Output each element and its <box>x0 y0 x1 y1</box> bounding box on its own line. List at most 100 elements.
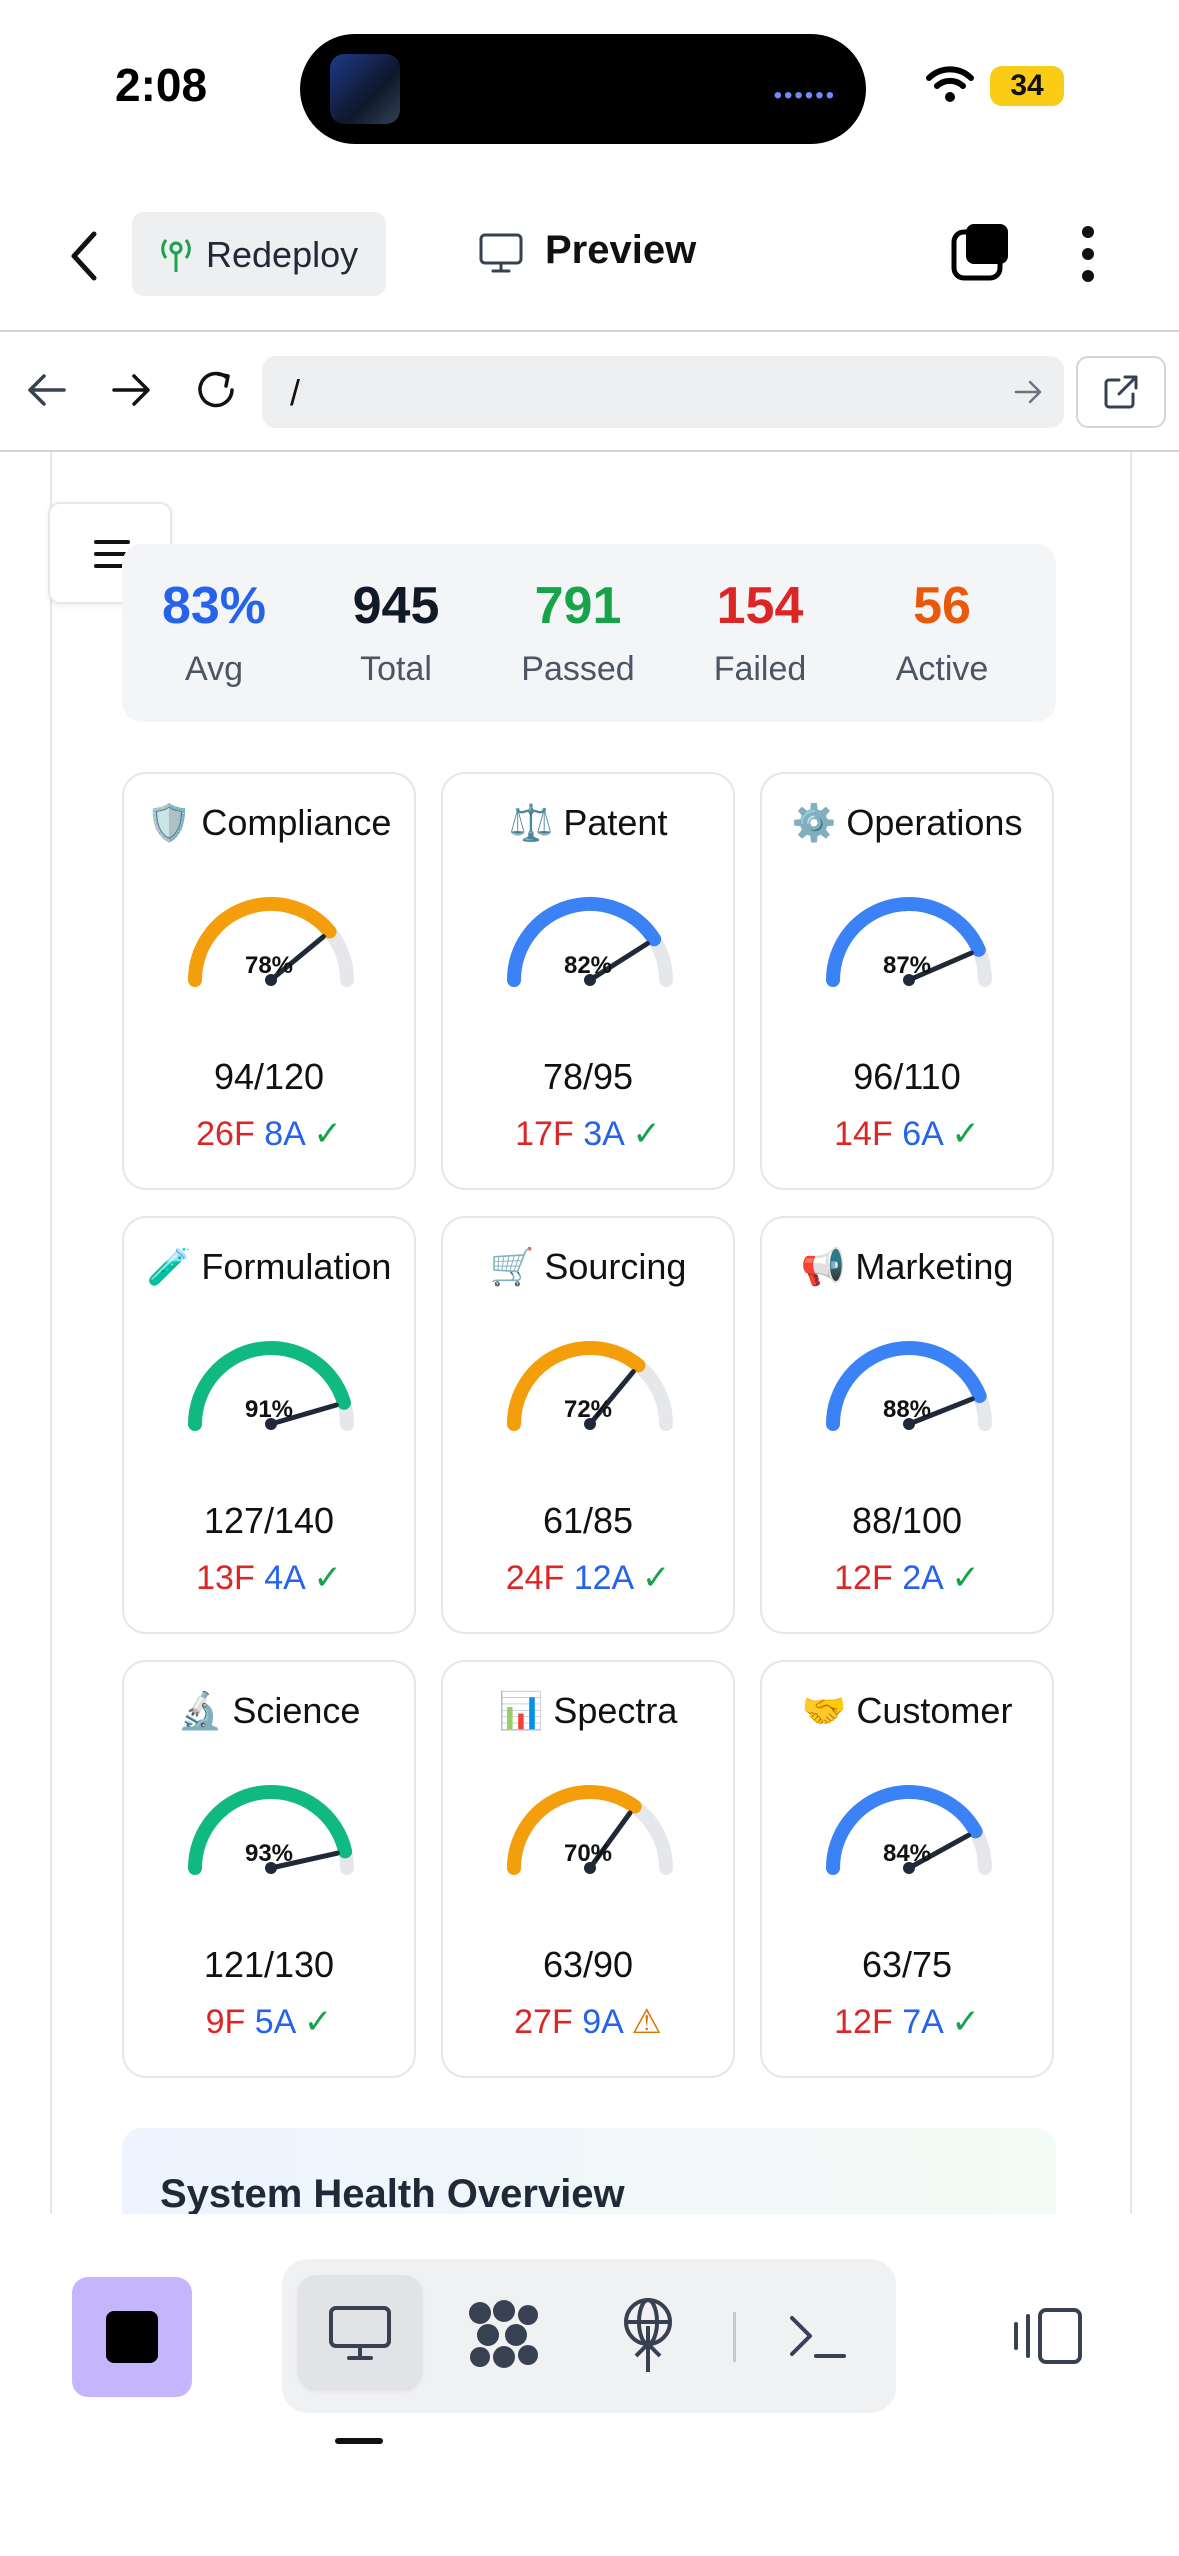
arrow-left-icon[interactable] <box>24 370 68 410</box>
card-title: 🤝 Customer <box>762 1690 1052 1732</box>
warning-icon: ⚠ <box>631 2003 662 2041</box>
card-status: 12F 2A ✓ <box>762 1558 1052 1598</box>
monitor-icon[interactable] <box>327 2304 393 2362</box>
selected-indicator <box>335 2438 383 2444</box>
department-card[interactable]: ⚙️ Operations 87% 96/110 14F 6A ✓ <box>760 772 1054 1190</box>
active-count: 5A <box>254 2003 295 2041</box>
card-name: Science <box>232 1690 361 1731</box>
active-count: 9A <box>582 2003 622 2041</box>
card-title: 🔬 Science <box>124 1690 414 1732</box>
tabs-switch-icon[interactable] <box>950 220 1014 284</box>
antenna-icon[interactable] <box>615 2296 681 2374</box>
more-vertical-icon[interactable] <box>1080 224 1096 284</box>
card-name: Compliance <box>201 802 392 843</box>
department-card[interactable]: 🔬 Science 93% 121/130 9F 5A ✓ <box>122 1660 416 2078</box>
stat-label: Active <box>895 650 989 688</box>
card-title: ⚙️ Operations <box>762 802 1052 844</box>
stat-value: 945 <box>352 577 440 635</box>
monitor-icon[interactable] <box>478 232 524 274</box>
failed-count: 12F <box>834 2003 893 2041</box>
pass-count: 61/85 <box>542 1500 634 1541</box>
card-status: 14F 6A ✓ <box>762 1114 1052 1154</box>
battery-indicator: 34 <box>990 66 1064 106</box>
department-card[interactable]: 📊 Spectra 70% 63/90 27F 9A ⚠ <box>441 1660 735 2078</box>
preview-tab[interactable]: Preview <box>545 228 696 273</box>
pass-count: 94/120 <box>213 1056 325 1097</box>
dynamic-island: •••••• <box>300 34 866 144</box>
terminal-icon[interactable] <box>786 2310 850 2362</box>
failed-count: 24F <box>505 1559 565 1597</box>
stat-passed: 791 Passed <box>488 576 668 689</box>
failed-count: 12F <box>834 1559 893 1597</box>
stat-avg: 83% Avg <box>124 576 304 689</box>
sidebar-toggle-icon[interactable] <box>1010 2306 1084 2366</box>
system-health-title: System Health Overview <box>160 2172 625 2214</box>
department-card[interactable]: 📢 Marketing 88% 88/100 12F 2A ✓ <box>760 1216 1054 1634</box>
card-name: Formulation <box>201 1246 392 1287</box>
redeploy-button[interactable]: Redeploy <box>132 212 386 296</box>
card-status: 17F 3A ✓ <box>443 1114 733 1154</box>
redeploy-label: Redeploy <box>206 234 359 275</box>
test-tube-icon: 🧪 <box>146 1246 192 1287</box>
megaphone-icon: 📢 <box>800 1246 846 1287</box>
failed-count: 17F <box>515 1115 574 1153</box>
cluster-icon[interactable] <box>466 2299 542 2369</box>
card-title: 🧪 Formulation <box>124 1246 414 1288</box>
card-name: Sourcing <box>544 1246 687 1287</box>
back-chevron-icon[interactable] <box>64 226 104 286</box>
card-name: Operations <box>846 802 1023 843</box>
pass-count: 88/100 <box>851 1500 963 1541</box>
open-external-button[interactable] <box>1076 356 1166 428</box>
stop-button[interactable] <box>72 2277 192 2397</box>
active-count: 3A <box>583 1115 623 1153</box>
department-card[interactable]: 🧪 Formulation 91% 127/140 13F 4A ✓ <box>122 1216 416 1634</box>
card-title: 📢 Marketing <box>762 1246 1052 1288</box>
summary-stats: 83% Avg 945 Total 791 Passed 154 Failed … <box>122 544 1056 722</box>
shield-icon: 🛡️ <box>146 802 192 843</box>
card-title: 🛡️ Compliance <box>124 802 414 844</box>
card-status: 27F 9A ⚠ <box>443 2002 733 2042</box>
gauge-percent: 93% <box>244 1840 294 1867</box>
stat-value: 83% <box>161 577 267 635</box>
go-arrow-icon[interactable] <box>1014 378 1044 406</box>
webview-content[interactable]: Performance 83% Avg 945 Total 791 Passed… <box>0 452 1179 2214</box>
active-count: 2A <box>902 1559 942 1597</box>
stop-icon <box>106 2311 158 2363</box>
department-card[interactable]: ⚖️ Patent 82% 78/95 17F 3A ✓ <box>441 772 735 1190</box>
card-title: 📊 Spectra <box>443 1690 733 1732</box>
scales-icon: ⚖️ <box>508 802 554 843</box>
audio-waveform-icon: •••••• <box>773 82 836 109</box>
department-card[interactable]: 🛡️ Compliance 78% 94/120 26F 8A ✓ <box>122 772 416 1190</box>
cart-icon: 🛒 <box>489 1246 535 1287</box>
arrow-right-icon[interactable] <box>110 370 154 410</box>
gauge-percent: 87% <box>882 952 932 979</box>
failed-count: 9F <box>205 2003 246 2041</box>
reload-icon[interactable] <box>192 366 240 414</box>
department-card[interactable]: 🛒 Sourcing 72% 61/85 24F 12A ✓ <box>441 1216 735 1634</box>
stat-active: 56 Active <box>852 576 1032 689</box>
active-count: 6A <box>902 1115 942 1153</box>
stat-value: 154 <box>716 577 804 635</box>
pass-count: 63/75 <box>861 1944 953 1985</box>
active-count: 8A <box>264 1115 304 1153</box>
stat-value: 56 <box>913 577 971 635</box>
gauge-percent: 78% <box>244 952 294 979</box>
gear-icon: ⚙️ <box>791 802 837 843</box>
menu-line <box>94 540 130 544</box>
now-playing-artwork <box>330 54 400 124</box>
card-status: 9F 5A ✓ <box>124 2002 414 2042</box>
gauge-percent: 84% <box>882 1840 932 1867</box>
department-card[interactable]: 🤝 Customer 84% 63/75 12F 7A ✓ <box>760 1660 1054 2078</box>
stat-label: Passed <box>521 650 635 688</box>
card-name: Marketing <box>855 1246 1014 1287</box>
check-icon: ✓ <box>313 1115 342 1153</box>
url-input[interactable]: / <box>262 356 1064 428</box>
external-link-icon <box>1104 375 1138 409</box>
wifi-icon <box>926 66 974 102</box>
view-switcher-separator <box>733 2312 736 2362</box>
system-health-panel: System Health Overview <box>122 2128 1056 2214</box>
header-divider <box>0 330 1179 332</box>
card-name: Customer <box>856 1690 1013 1731</box>
active-count: 12A <box>573 1559 633 1597</box>
stat-label: Avg <box>185 650 243 688</box>
